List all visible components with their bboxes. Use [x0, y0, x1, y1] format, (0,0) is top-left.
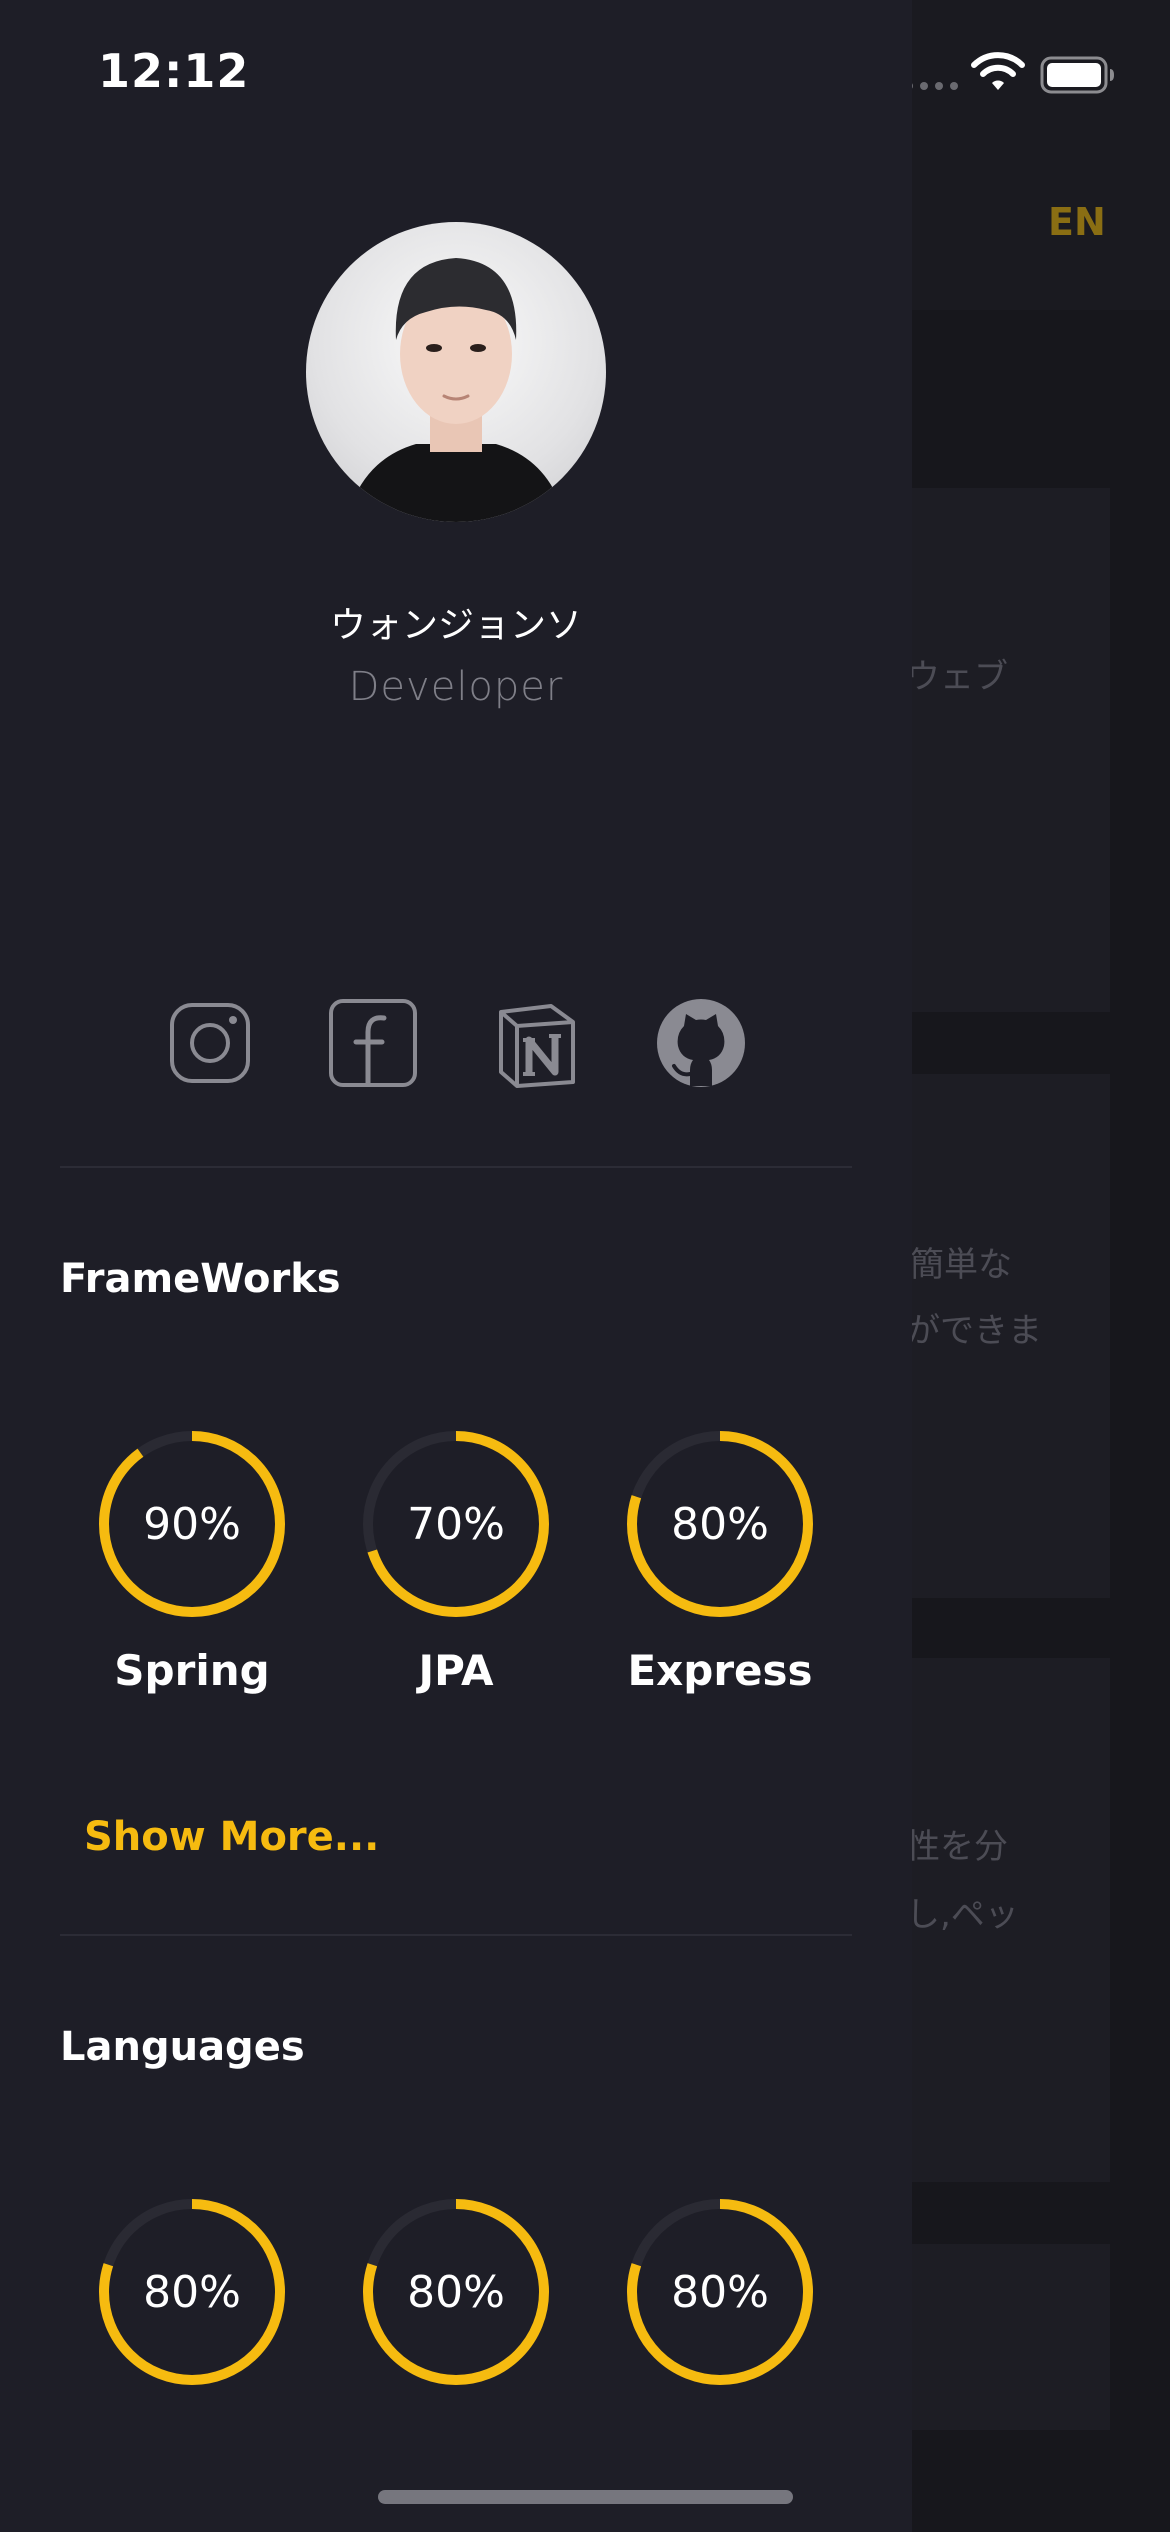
language-progress-ring: 80%	[92, 2192, 292, 2392]
facebook-link[interactable]	[326, 996, 420, 1090]
progress-percent: 90%	[143, 1498, 241, 1550]
facebook-icon	[329, 999, 417, 1087]
background-card-text: 性を分	[906, 1827, 1008, 1867]
background-card-text: し,ペッ	[906, 1895, 1019, 1935]
framework-progress-ring: 90%	[92, 1424, 292, 1624]
language-progress-ring: 80%	[356, 2192, 556, 2392]
language-toggle-button[interactable]: EN	[1048, 200, 1106, 244]
divider	[60, 1934, 852, 1936]
progress-percent: 80%	[407, 2266, 505, 2318]
signal-icon	[905, 82, 958, 90]
framework-label: Express	[627, 1646, 813, 1695]
github-icon	[657, 999, 745, 1087]
framework-progress-ring: 70%	[356, 1424, 556, 1624]
side-drawer: 12:12 ウォンジョンソ Developer FrameWorks 90% S…	[0, 0, 912, 2532]
home-indicator	[378, 2490, 793, 2504]
background-card: 性を分 し,ペッ	[906, 1658, 1110, 2182]
frameworks-title: FrameWorks	[60, 1256, 341, 1302]
framework-progress-ring: 80%	[620, 1424, 820, 1624]
wifi-icon	[971, 52, 1025, 90]
show-more-button[interactable]: Show More...	[84, 1814, 379, 1860]
progress-percent: 80%	[671, 2266, 769, 2318]
background-card: ウェブ	[906, 488, 1110, 1012]
github-link[interactable]	[654, 996, 748, 1090]
avatar	[306, 222, 606, 522]
battery-icon	[1040, 56, 1114, 94]
background-card-text: 簡単な	[910, 1245, 1012, 1285]
notion-icon	[499, 1004, 575, 1088]
instagram-icon	[170, 1003, 250, 1083]
avatar-portrait	[346, 258, 566, 522]
framework-label: JPA	[418, 1646, 494, 1695]
framework-label: Spring	[114, 1646, 270, 1695]
background-card-text: ウェブ	[906, 657, 1008, 697]
divider	[60, 1166, 852, 1168]
instagram-link[interactable]	[163, 996, 257, 1090]
background-card	[910, 2244, 1110, 2430]
languages-title: Languages	[60, 2024, 305, 2070]
profile-role: Developer	[348, 664, 564, 710]
background-card: 簡単な ができま	[906, 1074, 1110, 1598]
profile-name: ウォンジョンソ	[329, 605, 582, 646]
language-progress-ring: 80%	[620, 2192, 820, 2392]
status-time: 12:12	[98, 44, 250, 98]
screen: EN ウェブ 簡単な ができま 性を分 し,ペッ 12:12 ウォンジョンソ D…	[0, 0, 1170, 2532]
progress-percent: 70%	[407, 1498, 505, 1550]
notion-link[interactable]	[489, 996, 583, 1090]
progress-percent: 80%	[143, 2266, 241, 2318]
background-card-text: ができま	[906, 1311, 1042, 1351]
progress-percent: 80%	[671, 1498, 769, 1550]
